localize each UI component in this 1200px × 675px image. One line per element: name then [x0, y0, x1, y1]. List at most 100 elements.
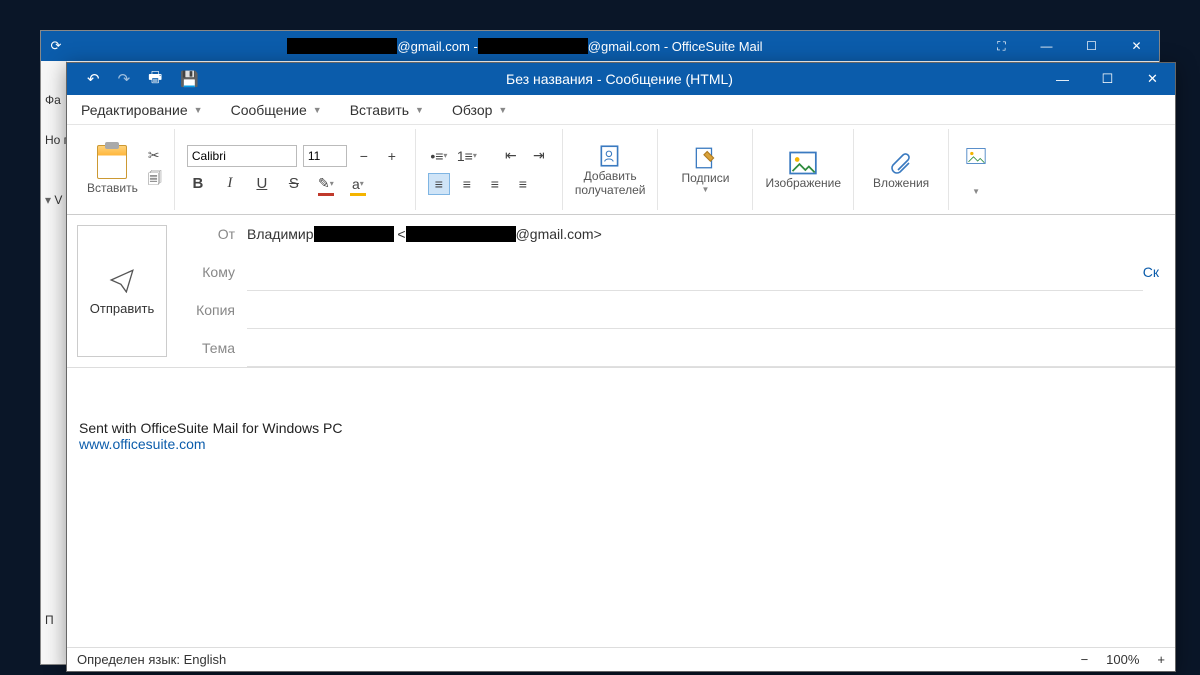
address-book-icon [597, 143, 623, 169]
menu-bar: Редактирование▼ Сообщение▼ Вставить▼ Обз… [67, 95, 1175, 125]
back-item-new[interactable]: Но пи [41, 131, 66, 191]
send-label: Отправить [90, 301, 154, 316]
redo-icon[interactable]: ↷ [118, 70, 131, 88]
paste-icon [97, 145, 127, 179]
group-attachments: Вложения [854, 129, 949, 210]
refresh-icon[interactable]: ⟳ [41, 38, 71, 54]
italic-button[interactable]: I [219, 173, 241, 195]
add-recipients-button[interactable]: Добавить получателей [575, 143, 646, 197]
show-cc-link[interactable]: Ск [1143, 264, 1175, 280]
undo-icon[interactable]: ↶ [87, 70, 100, 88]
insert-image-button[interactable]: Изображение [765, 150, 841, 190]
redacted-from-surname [314, 226, 394, 242]
decrease-font-icon[interactable]: − [353, 145, 375, 167]
compose-window: ↶ ↷ 🖶 💾 Без названия - Сообщение (HTML) … [66, 62, 1176, 672]
fullscreen-icon[interactable]: ⛶ [979, 31, 1024, 61]
cc-label: Копия [177, 302, 247, 318]
redacted-email-2 [478, 38, 588, 54]
print-icon[interactable]: 🖶 [148, 67, 162, 92]
cc-input[interactable] [247, 291, 1175, 329]
bold-button[interactable]: B [187, 173, 209, 195]
back-item-file[interactable]: Фа [41, 91, 66, 131]
to-input[interactable] [247, 253, 1143, 291]
signature-text: Sent with OfficeSuite Mail for Windows P… [79, 420, 1163, 436]
group-misc: ▼ [949, 129, 995, 210]
signature-link[interactable]: www.officesuite.com [79, 436, 1163, 452]
align-justify-button[interactable]: ≡ [512, 173, 534, 195]
compose-title: Без названия - Сообщение (HTML) [199, 71, 1040, 87]
image-icon [789, 150, 817, 176]
font-size-select[interactable] [303, 145, 347, 167]
compose-header: Отправить От Владимир < @gmail.com> Кому… [67, 215, 1175, 368]
bullet-list-button[interactable]: •≡▾ [428, 145, 450, 167]
zoom-level: 100% [1106, 652, 1139, 667]
group-font: − + B I U S ✎▾ a▾ [175, 129, 416, 210]
compose-minimize-icon[interactable]: — [1040, 63, 1085, 95]
add-recipients-label-1: Добавить [584, 169, 637, 183]
picture-small-button[interactable]: ▼ [961, 143, 991, 196]
back-left-column: Фа Но пи ▾ V П [41, 61, 67, 664]
ribbon: Вставить ✂ 🗐 − + B I U S ✎▾ [67, 125, 1175, 215]
back-item-p[interactable]: П [41, 611, 66, 651]
menu-message[interactable]: Сообщение▼ [231, 102, 322, 118]
paste-label: Вставить [87, 181, 138, 195]
signature-icon [692, 145, 718, 171]
from-value: Владимир < @gmail.com> [247, 215, 1175, 253]
attachments-button[interactable]: Вложения [866, 150, 936, 190]
to-label: Кому [177, 264, 247, 280]
compose-titlebar: ↶ ↷ 🖶 💾 Без названия - Сообщение (HTML) … [67, 63, 1175, 95]
group-recipients: Добавить получателей [563, 129, 659, 210]
zoom-in-button[interactable]: + [1157, 652, 1165, 667]
outdent-button[interactable]: ⇤ [500, 145, 522, 167]
title-text-1: @gmail.com - [397, 39, 477, 54]
language-status: Определен язык: English [77, 652, 226, 667]
font-family-select[interactable] [187, 145, 297, 167]
chevron-down-icon: ▼ [702, 185, 710, 194]
copy-icon[interactable]: 🗐 [148, 168, 162, 192]
indent-button[interactable]: ⇥ [528, 145, 550, 167]
group-signatures: Подписи ▼ [658, 129, 753, 210]
strikethrough-button[interactable]: S [283, 173, 305, 195]
subject-input[interactable] [247, 329, 1175, 367]
status-bar: Определен язык: English − 100% + [67, 647, 1175, 671]
align-center-button[interactable]: ≡ [456, 173, 478, 195]
message-body[interactable]: Sent with OfficeSuite Mail for Windows P… [67, 368, 1175, 647]
paper-plane-icon [107, 267, 137, 293]
menu-edit[interactable]: Редактирование▼ [81, 102, 203, 118]
paperclip-icon [889, 150, 913, 176]
underline-button[interactable]: U [251, 173, 273, 195]
signatures-button[interactable]: Подписи ▼ [670, 145, 740, 194]
from-label: От [177, 226, 247, 242]
maximize-icon[interactable]: ☐ [1069, 31, 1114, 61]
main-titlebar: ⟳ @gmail.com - @gmail.com - OfficeSuite … [41, 31, 1159, 61]
chevron-down-icon: ▼ [972, 187, 980, 196]
compose-maximize-icon[interactable]: ☐ [1085, 63, 1130, 95]
increase-font-icon[interactable]: + [381, 145, 403, 167]
align-right-button[interactable]: ≡ [484, 173, 506, 195]
numbered-list-button[interactable]: 1≡▾ [456, 145, 478, 167]
group-image: Изображение [753, 129, 854, 210]
group-paragraph: •≡▾ 1≡▾ ⇤ ⇥ ≡ ≡ ≡ ≡ [416, 129, 563, 210]
add-recipients-label-2: получателей [575, 183, 646, 197]
menu-insert[interactable]: Вставить▼ [350, 102, 424, 118]
close-icon[interactable]: ✕ [1114, 31, 1159, 61]
send-button[interactable]: Отправить [77, 225, 167, 357]
image-label: Изображение [765, 176, 841, 190]
menu-review[interactable]: Обзор▼ [452, 102, 507, 118]
compose-close-icon[interactable]: ✕ [1130, 63, 1175, 95]
main-window-title: @gmail.com - @gmail.com - OfficeSuite Ma… [71, 38, 979, 54]
redacted-email-1 [287, 38, 397, 54]
subject-label: Тема [177, 340, 247, 356]
save-icon[interactable]: 💾 [180, 70, 199, 88]
attachments-label: Вложения [873, 176, 929, 190]
paste-button[interactable]: Вставить [87, 145, 138, 195]
zoom-out-button[interactable]: − [1081, 652, 1089, 667]
align-left-button[interactable]: ≡ [428, 173, 450, 195]
cut-icon[interactable]: ✂ [148, 147, 162, 164]
group-clipboard: Вставить ✂ 🗐 [75, 129, 175, 210]
font-color-button[interactable]: ✎▾ [315, 173, 337, 195]
highlight-button[interactable]: a▾ [347, 173, 369, 195]
redacted-from-email [406, 226, 516, 242]
minimize-icon[interactable]: — [1024, 31, 1069, 61]
back-item-v[interactable]: ▾ V [41, 191, 66, 231]
